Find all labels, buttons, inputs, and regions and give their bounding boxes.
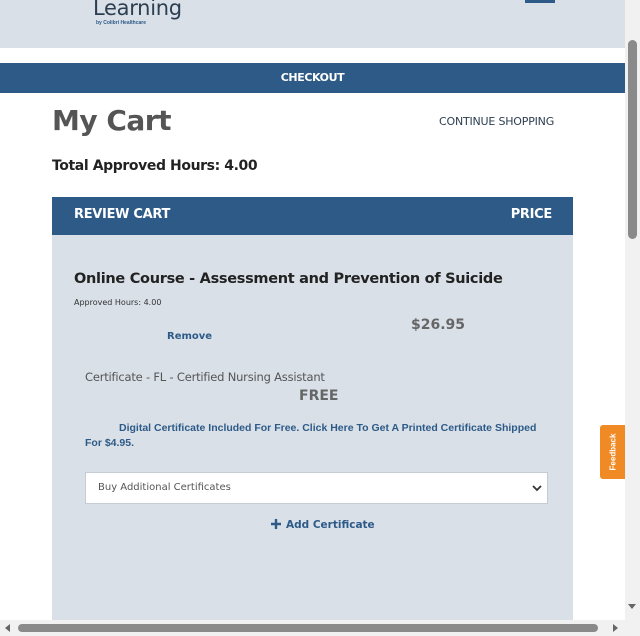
site-logo[interactable]: Learning <box>93 0 182 20</box>
horizontal-scroll-thumb[interactable] <box>18 624 598 632</box>
course-title: Online Course - Assessment and Preventio… <box>74 271 503 287</box>
scroll-down-arrow-icon[interactable] <box>628 604 636 609</box>
cart-table-header: REVIEW CART PRICE <box>52 197 573 235</box>
plus-icon <box>271 519 281 529</box>
feedback-tab[interactable]: Feedback <box>600 425 625 479</box>
site-logo-subtext: by Colibri Healthcare <box>96 20 147 26</box>
header-menu-indicator[interactable] <box>525 0 555 3</box>
additional-certificates-select[interactable]: Buy Additional Certificates <box>85 472 548 504</box>
certificate-name: Certificate - FL - Certified Nursing Ass… <box>85 370 325 384</box>
checkout-bar: CHECKOUT <box>0 63 625 93</box>
course-price: $26.95 <box>411 317 466 333</box>
price-heading: PRICE <box>510 207 553 222</box>
add-certificate-button[interactable]: Add Certificate <box>270 518 375 531</box>
scroll-right-arrow-icon[interactable] <box>613 624 618 632</box>
site-header: Learning by Colibri Healthcare <box>0 0 625 48</box>
vertical-scrollbar[interactable] <box>625 0 640 620</box>
certificate-price: FREE <box>299 388 339 404</box>
remove-button[interactable]: Remove <box>167 331 212 342</box>
chevron-down-icon <box>532 485 542 492</box>
select-value: Buy Additional Certificates <box>98 482 231 493</box>
vertical-scroll-thumb[interactable] <box>628 40 637 239</box>
horizontal-scrollbar[interactable] <box>0 620 640 636</box>
course-approved-hours: Approved Hours: 4.00 <box>74 298 162 307</box>
printed-certificate-link[interactable]: Digital Certificate Included For Free. C… <box>85 421 540 451</box>
page-title: My Cart <box>52 104 172 137</box>
continue-shopping-link[interactable]: CONTINUE SHOPPING <box>439 115 554 128</box>
review-cart-heading: REVIEW CART <box>74 207 171 222</box>
scroll-left-arrow-icon[interactable] <box>5 624 10 632</box>
add-certificate-label: Add Certificate <box>286 519 375 531</box>
total-approved-hours: Total Approved Hours: 4.00 <box>52 158 258 174</box>
feedback-label: Feedback <box>608 433 617 471</box>
